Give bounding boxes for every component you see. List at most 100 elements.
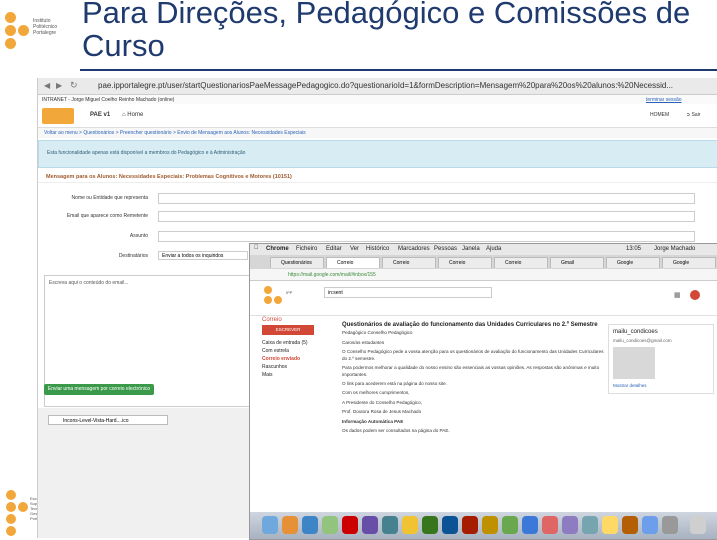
field-label: Nome ou Entidade que representa <box>71 195 148 201</box>
app-icon[interactable] <box>362 516 378 534</box>
browser-tab[interactable]: Gmail <box>550 257 604 268</box>
nav-sent[interactable]: Correio enviado <box>262 356 300 362</box>
app-icon[interactable] <box>402 516 418 534</box>
url-text[interactable]: pae.ipportalegre.pt/user/startQuestionar… <box>98 81 673 90</box>
forward-icon[interactable]: ▶ <box>56 81 62 90</box>
recipients-selected: Enviar a todos os inquiridos <box>162 253 224 259</box>
nav-drafts[interactable]: Rascunhos <box>262 364 287 370</box>
logout-button[interactable]: ➲ Sair <box>686 112 701 118</box>
app-icon[interactable] <box>502 516 518 534</box>
browser-tab[interactable]: Correio <box>438 257 492 268</box>
app-icon[interactable] <box>462 516 478 534</box>
gmail-label[interactable]: Correio <box>262 317 282 323</box>
app-icon[interactable] <box>302 516 318 534</box>
nav-starred[interactable]: Com estrela <box>262 348 289 354</box>
ipp-logo-dot <box>5 38 16 49</box>
app-icon[interactable] <box>542 516 558 534</box>
menu-chrome[interactable]: Chrome <box>266 246 289 252</box>
estg-logo-dot <box>6 526 16 536</box>
app-icon[interactable] <box>482 516 498 534</box>
app-icon[interactable] <box>422 516 438 534</box>
subject-input[interactable] <box>158 231 695 242</box>
home-label: Home <box>127 112 144 118</box>
pae-logo <box>42 108 74 124</box>
logout-session-link[interactable]: terminar sessão <box>646 97 682 103</box>
title-underline <box>80 69 717 71</box>
form-title: Mensagem para os Alunos: Necessidades Es… <box>46 174 292 180</box>
contact-email: mailu_condicoes@gmail.com <box>613 338 672 343</box>
download-filename: Incons-Level-Vista-Hard....ico <box>63 418 129 424</box>
home-link[interactable]: ⌂ Home <box>122 112 143 118</box>
browser-tab-active[interactable]: Correio <box>326 257 380 268</box>
menu-view[interactable]: Ver <box>350 246 359 252</box>
field-label: Destinatários <box>118 253 148 259</box>
info-alert: Esta funcionalidade apenas está disponív… <box>38 140 717 168</box>
app-icon[interactable] <box>662 516 678 534</box>
back-icon[interactable]: ◀ <box>44 81 50 90</box>
gmail-url[interactable]: https://mail.google.com/mail/#inbox/155 <box>288 272 376 278</box>
menu-file[interactable]: Ficheiro <box>296 246 317 252</box>
menu-bookmarks[interactable]: Marcadores <box>398 246 430 252</box>
slide-title: Para Direções, Pedagógico e Comissões de… <box>82 0 691 63</box>
app-icon[interactable] <box>562 516 578 534</box>
apple-icon[interactable]:  <box>254 245 259 251</box>
menu-window[interactable]: Janela <box>462 246 480 252</box>
apps-grid-icon[interactable]: ▦ <box>674 291 681 299</box>
nav-inbox[interactable]: Caixa de entrada (5) <box>262 340 308 346</box>
app-icon[interactable] <box>322 516 338 534</box>
field-label: Email que aparece como Remetente <box>66 213 148 219</box>
avatar[interactable] <box>690 290 700 300</box>
menu-edit[interactable]: Editar <box>326 246 342 252</box>
browser-tab[interactable]: Correio <box>494 257 548 268</box>
browser-tab[interactable]: Google <box>662 257 716 268</box>
ipp-logo-dot <box>5 12 16 23</box>
field-label: Assunto <box>129 233 148 239</box>
app-icon[interactable] <box>282 516 298 534</box>
user-name[interactable]: HOMEM <box>650 112 669 118</box>
sender-email-input[interactable] <box>158 211 695 222</box>
browser-tab[interactable]: Google <box>606 257 660 268</box>
app-icon[interactable] <box>522 516 538 534</box>
mac-user[interactable]: Jorge Machado <box>654 246 695 252</box>
menu-help[interactable]: Ajuda <box>486 246 501 252</box>
email-subject: Questionários de avaliação do funcioname… <box>342 322 598 328</box>
email-paragraph: O Conselho Pedagógico pede a vossa atenç… <box>342 349 604 361</box>
contact-details-link[interactable]: Mostrar detalhes <box>613 383 647 388</box>
recipients-select[interactable]: Enviar a todos os inquiridos <box>158 251 248 260</box>
ipp-logo-dot <box>264 296 272 304</box>
divider <box>38 182 717 183</box>
gmail-screenshot:  Chrome Ficheiro Editar Ver Histórico M… <box>249 243 717 540</box>
mac-dock <box>250 512 717 539</box>
app-icon[interactable] <box>642 516 658 534</box>
email-paragraph: Os dados podem ser consultados na página… <box>342 428 450 434</box>
app-icon[interactable] <box>622 516 638 534</box>
nav-more[interactable]: Mais <box>262 372 273 378</box>
menu-people[interactable]: Pessoas <box>434 246 457 252</box>
app-icon[interactable] <box>602 516 618 534</box>
gmail-address-bar[interactable]: https://mail.google.com/mail/#inbox/155 <box>250 269 717 281</box>
breadcrumb-text[interactable]: Voltar ao menu > Questionários > Preench… <box>44 130 306 136</box>
estg-logo-dot <box>6 490 16 500</box>
gmail-search-input[interactable]: in:sent <box>324 287 492 298</box>
logout-label: Sair <box>691 112 701 118</box>
email-paragraph: Para podermos melhorar a qualidade do no… <box>342 365 600 377</box>
pae-header: PAE v1 ⌂ Home HOMEM ➲ Sair <box>38 105 717 128</box>
compose-button[interactable]: ESCREVER <box>262 325 314 335</box>
send-email-button[interactable]: Enviar uma mensagem por correio electrón… <box>44 384 154 395</box>
app-icon[interactable] <box>342 516 358 534</box>
app-icon[interactable] <box>582 516 598 534</box>
finder-icon[interactable] <box>262 516 278 534</box>
browser-tab[interactable]: Correio <box>382 257 436 268</box>
browser-tab[interactable]: Questionários <box>270 257 324 268</box>
browser-tab-bar: Questionários Correio Correio Correio Co… <box>250 255 717 269</box>
email-paragraph: Caros/as estudantes <box>342 340 385 345</box>
app-icon[interactable] <box>382 516 398 534</box>
entity-name-input[interactable] <box>158 193 695 204</box>
reload-icon[interactable]: ↻ <box>70 80 78 91</box>
address-bar[interactable]: ◀ ▶ ↻ pae.ipportalegre.pt/user/startQues… <box>38 78 717 95</box>
clock: 13:05 <box>626 246 642 252</box>
app-icon[interactable] <box>442 516 458 534</box>
download-item[interactable]: Incons-Level-Vista-Hard....ico <box>48 415 168 425</box>
trash-icon[interactable] <box>690 516 706 534</box>
menu-history[interactable]: Histórico <box>366 246 389 252</box>
